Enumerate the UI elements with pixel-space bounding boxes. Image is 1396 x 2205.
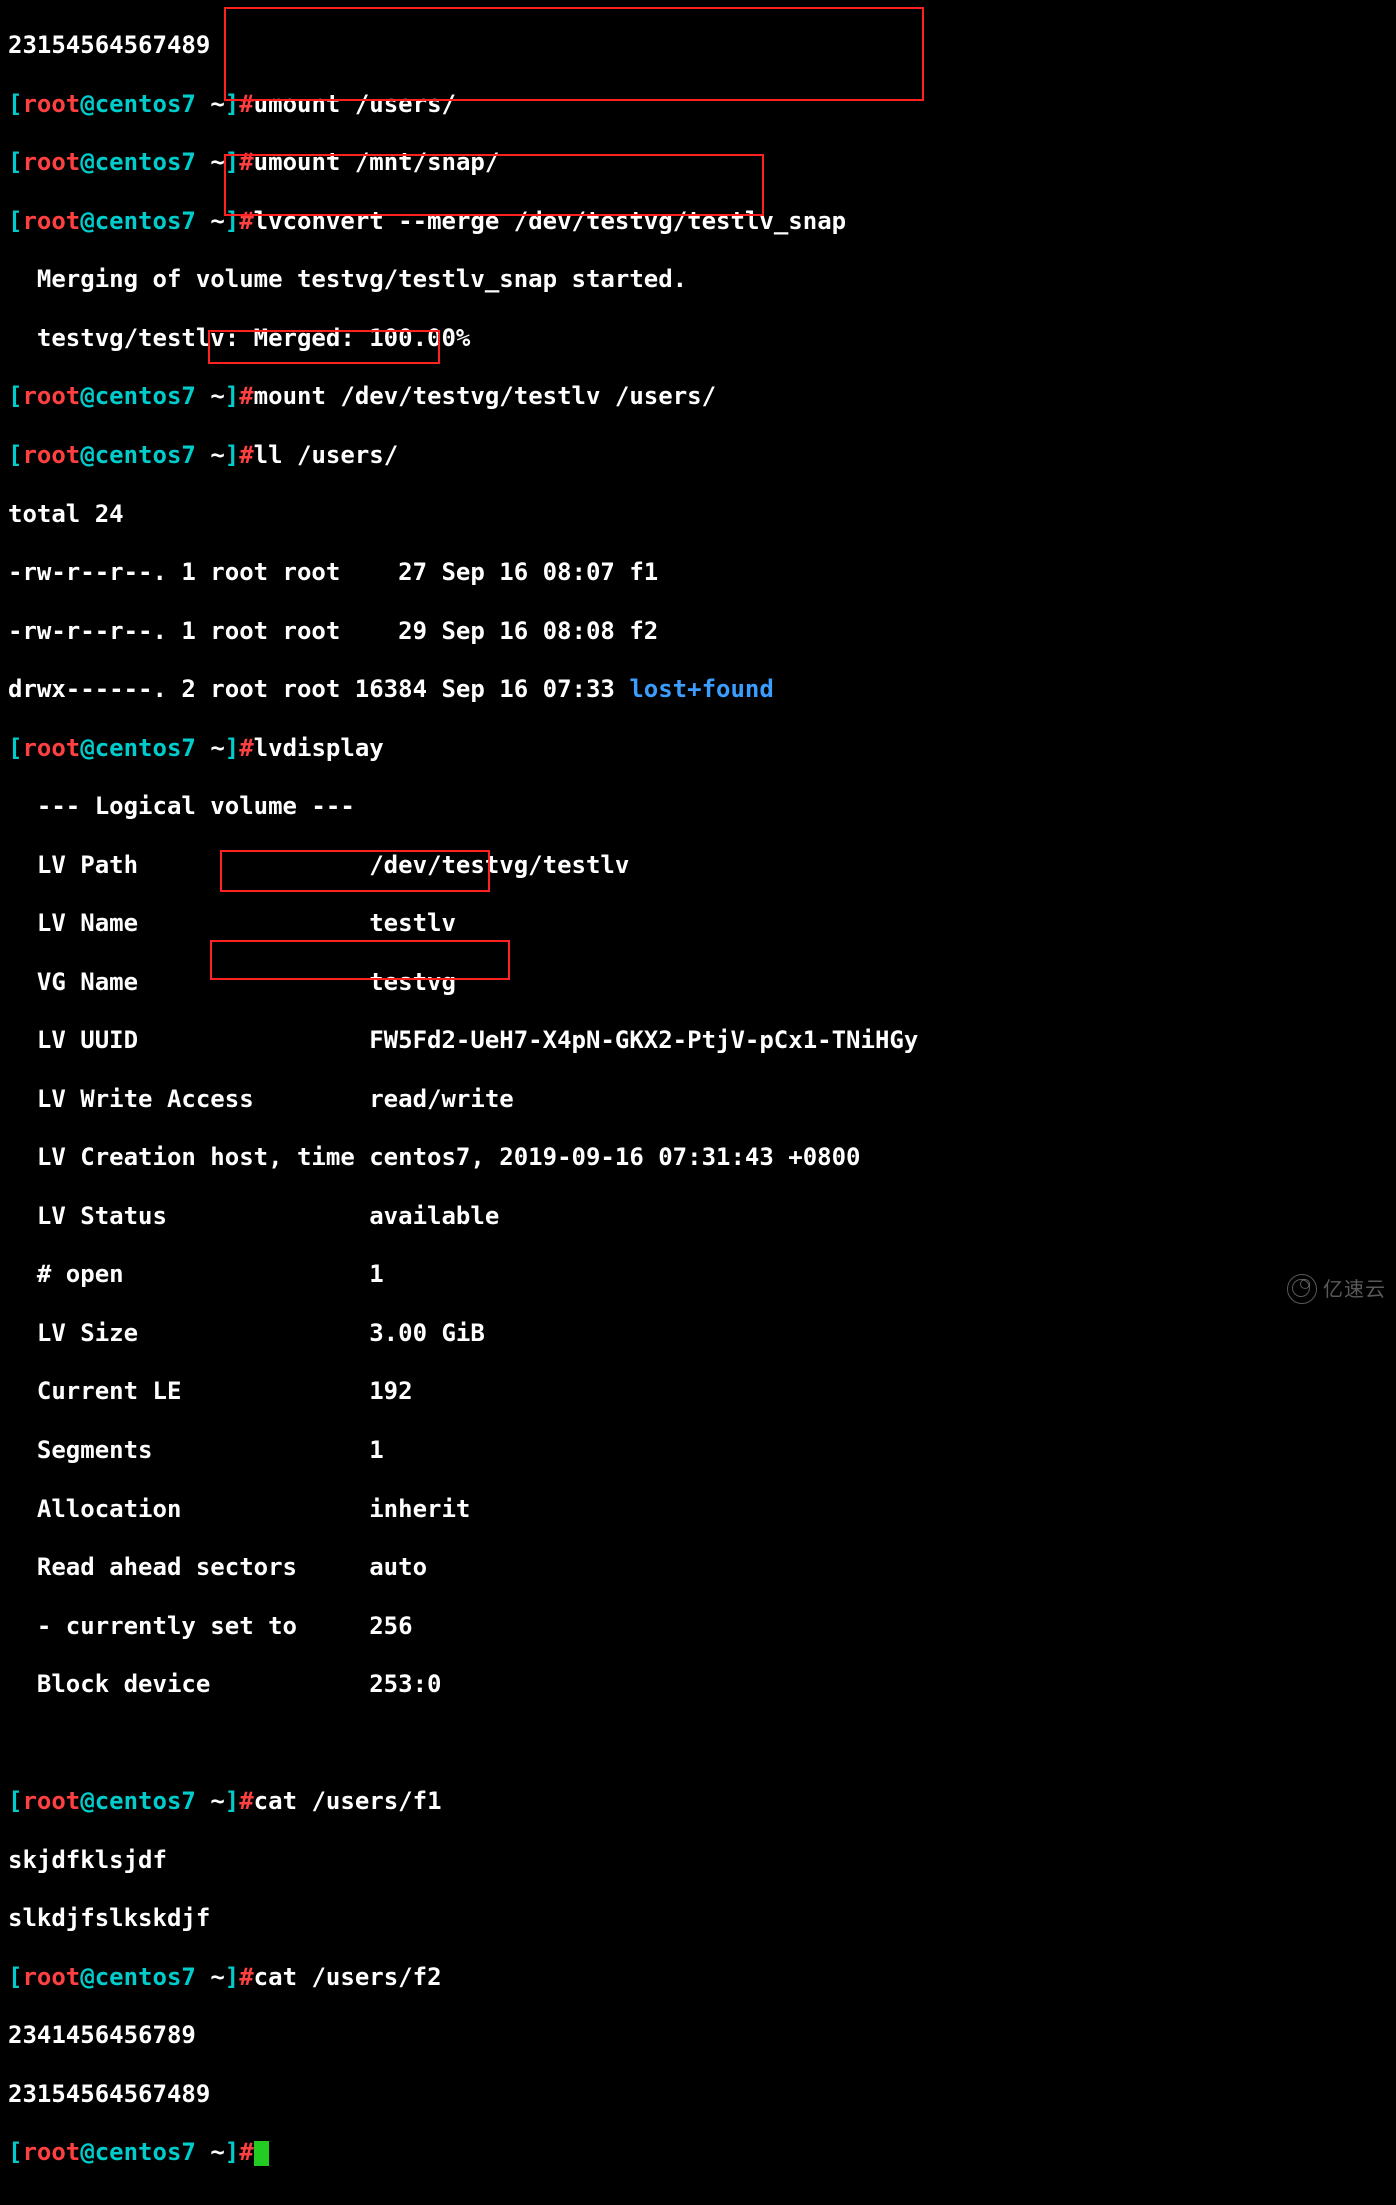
watermark: 亿速云	[1287, 1274, 1386, 1304]
output-line: Segments 1	[8, 1436, 1388, 1465]
prompt-line[interactable]: [root@centos7 ~]#	[8, 2138, 1388, 2167]
partial-scroll-line: 23154564567489	[8, 31, 1388, 60]
output-line: Merging of volume testvg/testlv_snap sta…	[8, 265, 1388, 294]
output-line: total 24	[8, 500, 1388, 529]
output-line: drwx------. 2 root root 16384 Sep 16 07:…	[8, 675, 1388, 704]
output-line: 23154564567489	[8, 2080, 1388, 2109]
output-line: VG Name testvg	[8, 968, 1388, 997]
watermark-text: 亿速云	[1323, 1277, 1386, 1301]
prompt-line: [root@centos7 ~]#lvdisplay	[8, 734, 1388, 763]
output-line: LV Path /dev/testvg/testlv	[8, 851, 1388, 880]
output-line: LV Status available	[8, 1202, 1388, 1231]
watermark-icon	[1287, 1274, 1317, 1304]
output-line: 2341456456789	[8, 2021, 1388, 2050]
output-line: Read ahead sectors auto	[8, 1553, 1388, 1582]
output-line: skjdfklsjdf	[8, 1846, 1388, 1875]
prompt-line: [root@centos7 ~]#umount /users/	[8, 90, 1388, 119]
output-line: -rw-r--r--. 1 root root 27 Sep 16 08:07 …	[8, 558, 1388, 587]
prompt-line: [root@centos7 ~]#cat /users/f2	[8, 1963, 1388, 1992]
output-line	[8, 1729, 1388, 1758]
output-line: LV UUID FW5Fd2-UeH7-X4pN-GKX2-PtjV-pCx1-…	[8, 1026, 1388, 1055]
output-line: Current LE 192	[8, 1377, 1388, 1406]
output-line: LV Size 3.00 GiB	[8, 1319, 1388, 1348]
output-line: LV Creation host, time centos7, 2019-09-…	[8, 1143, 1388, 1172]
terminal-output[interactable]: 23154564567489 [root@centos7 ~]#umount /…	[0, 0, 1396, 2205]
output-line: testvg/testlv: Merged: 100.00%	[8, 324, 1388, 353]
prompt-line: [root@centos7 ~]#mount /dev/testvg/testl…	[8, 382, 1388, 411]
output-line: slkdjfslkskdjf	[8, 1904, 1388, 1933]
output-line: # open 1	[8, 1260, 1388, 1289]
output-line: -rw-r--r--. 1 root root 29 Sep 16 08:08 …	[8, 617, 1388, 646]
prompt-line: [root@centos7 ~]#ll /users/	[8, 441, 1388, 470]
prompt-line: [root@centos7 ~]#lvconvert --merge /dev/…	[8, 207, 1388, 236]
output-line: LV Write Access read/write	[8, 1085, 1388, 1114]
output-line: --- Logical volume ---	[8, 792, 1388, 821]
cursor-icon	[254, 2141, 270, 2166]
output-line: Allocation inherit	[8, 1495, 1388, 1524]
prompt-line: [root@centos7 ~]#cat /users/f1	[8, 1787, 1388, 1816]
output-line: - currently set to 256	[8, 1612, 1388, 1641]
prompt-line: [root@centos7 ~]#umount /mnt/snap/	[8, 148, 1388, 177]
output-line: LV Name testlv	[8, 909, 1388, 938]
output-line: Block device 253:0	[8, 1670, 1388, 1699]
